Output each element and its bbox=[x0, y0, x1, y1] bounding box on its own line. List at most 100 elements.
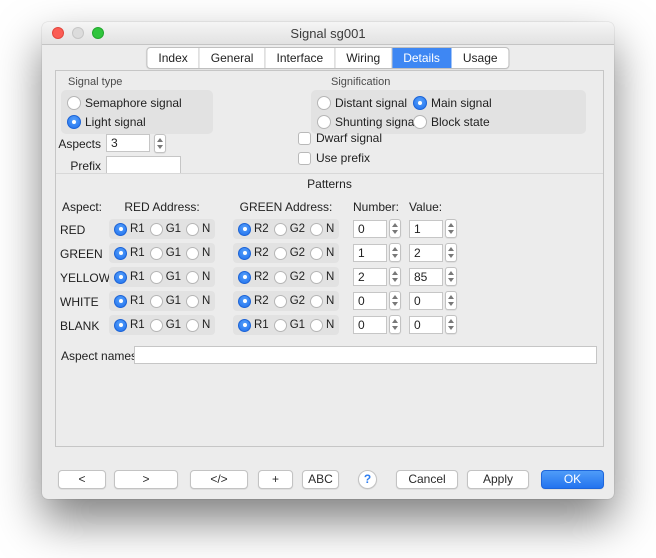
radio-option[interactable]: R2 bbox=[238, 271, 269, 284]
checkbox-icon bbox=[298, 152, 311, 165]
use-prefix-checkbox-row[interactable]: Use prefix bbox=[298, 151, 370, 165]
radio-icon bbox=[274, 247, 287, 260]
radio-option[interactable]: N bbox=[310, 319, 334, 332]
value-stepper[interactable] bbox=[445, 315, 457, 334]
red-address-group: R1 G1 N bbox=[109, 291, 215, 311]
value-input[interactable] bbox=[409, 292, 443, 310]
radio-label: R1 bbox=[130, 319, 145, 331]
number-stepper[interactable] bbox=[389, 243, 401, 262]
radio-option[interactable]: R1 bbox=[114, 319, 145, 332]
number-input[interactable] bbox=[353, 244, 387, 262]
shunting-signal-option[interactable]: Shunting signal bbox=[317, 112, 413, 131]
number-input[interactable] bbox=[353, 316, 387, 334]
aspects-input[interactable] bbox=[106, 134, 150, 152]
aspect-names-input[interactable] bbox=[134, 346, 597, 364]
next-button[interactable]: > bbox=[114, 470, 178, 489]
value-stepper[interactable] bbox=[445, 267, 457, 286]
pattern-row-blank: BLANK R1 G1 N R1 G1 N bbox=[56, 315, 603, 335]
radio-option[interactable]: N bbox=[310, 295, 334, 308]
aspect-column-header: Aspect: bbox=[60, 200, 104, 214]
radio-option[interactable]: R1 bbox=[114, 247, 145, 260]
radio-option[interactable]: G1 bbox=[150, 295, 181, 308]
dwarf-signal-checkbox-row[interactable]: Dwarf signal bbox=[298, 131, 382, 145]
radio-option[interactable]: N bbox=[310, 271, 334, 284]
number-input[interactable] bbox=[353, 292, 387, 310]
aspects-stepper[interactable] bbox=[154, 134, 166, 153]
radio-selected-icon bbox=[238, 247, 251, 260]
tab-wiring[interactable]: Wiring bbox=[335, 48, 392, 68]
add-button[interactable]: + bbox=[258, 470, 293, 489]
radio-option[interactable]: G1 bbox=[150, 247, 181, 260]
radio-option[interactable]: G2 bbox=[274, 247, 305, 260]
tab-general[interactable]: General bbox=[200, 48, 266, 68]
radio-option[interactable]: R1 bbox=[114, 223, 145, 236]
value-stepper[interactable] bbox=[445, 291, 457, 310]
help-button[interactable]: ? bbox=[358, 470, 377, 489]
number-input[interactable] bbox=[353, 268, 387, 286]
tab-details[interactable]: Details bbox=[392, 48, 452, 68]
radio-option[interactable]: R2 bbox=[238, 247, 269, 260]
radio-option[interactable]: G1 bbox=[274, 319, 305, 332]
apply-button[interactable]: Apply bbox=[467, 470, 529, 489]
radio-option[interactable]: N bbox=[186, 295, 210, 308]
tab-index[interactable]: Index bbox=[147, 48, 199, 68]
number-stepper[interactable] bbox=[389, 291, 401, 310]
pattern-aspect-label: GREEN bbox=[60, 247, 103, 261]
radio-option[interactable]: N bbox=[186, 223, 210, 236]
ok-button[interactable]: OK bbox=[541, 470, 604, 489]
title-bar[interactable]: Signal sg001 bbox=[42, 22, 614, 45]
radio-option[interactable]: G2 bbox=[274, 271, 305, 284]
radio-option[interactable]: R2 bbox=[238, 223, 269, 236]
radio-option[interactable]: N bbox=[186, 319, 210, 332]
window-title: Signal sg001 bbox=[42, 26, 614, 41]
number-stepper[interactable] bbox=[389, 219, 401, 238]
radio-icon bbox=[150, 271, 163, 284]
code-button[interactable]: </> bbox=[190, 470, 248, 489]
light-signal-option[interactable]: Light signal bbox=[67, 112, 213, 131]
number-stepper[interactable] bbox=[389, 315, 401, 334]
radio-option[interactable]: N bbox=[186, 247, 210, 260]
radio-option[interactable]: R2 bbox=[238, 295, 269, 308]
checkbox-label: Dwarf signal bbox=[316, 131, 382, 145]
cancel-button[interactable]: Cancel bbox=[396, 470, 458, 489]
green-address-group: R2 G2 N bbox=[233, 219, 339, 239]
radio-label: N bbox=[202, 271, 210, 283]
radio-option[interactable]: R1 bbox=[238, 319, 269, 332]
number-input[interactable] bbox=[353, 220, 387, 238]
value-input[interactable] bbox=[409, 244, 443, 262]
number-stepper[interactable] bbox=[389, 267, 401, 286]
radio-option[interactable]: G1 bbox=[150, 319, 181, 332]
radio-option[interactable]: R1 bbox=[114, 271, 145, 284]
radio-selected-icon bbox=[114, 223, 127, 236]
radio-selected-icon bbox=[67, 115, 81, 129]
value-input[interactable] bbox=[409, 220, 443, 238]
radio-option[interactable]: G1 bbox=[150, 271, 181, 284]
value-stepper[interactable] bbox=[445, 219, 457, 238]
value-stepper[interactable] bbox=[445, 243, 457, 262]
radio-option[interactable]: N bbox=[186, 271, 210, 284]
semaphore-signal-option[interactable]: Semaphore signal bbox=[67, 93, 213, 112]
tab-usage[interactable]: Usage bbox=[452, 48, 509, 68]
radio-label: N bbox=[202, 223, 210, 235]
previous-button[interactable]: < bbox=[58, 470, 106, 489]
radio-option[interactable]: G2 bbox=[274, 295, 305, 308]
radio-option[interactable]: G2 bbox=[274, 223, 305, 236]
distant-signal-option[interactable]: Distant signal bbox=[317, 93, 413, 112]
tab-interface[interactable]: Interface bbox=[265, 48, 335, 68]
prefix-input[interactable] bbox=[106, 156, 181, 174]
tab-bar: Index General Interface Wiring Details U… bbox=[146, 47, 509, 69]
radio-icon bbox=[310, 319, 323, 332]
radio-option[interactable]: R1 bbox=[114, 295, 145, 308]
radio-option[interactable]: G1 bbox=[150, 223, 181, 236]
radio-icon bbox=[150, 247, 163, 260]
radio-label: Distant signal bbox=[335, 96, 407, 110]
abc-button[interactable]: ABC bbox=[302, 470, 339, 489]
radio-option[interactable]: N bbox=[310, 247, 334, 260]
red-address-group: R1 G1 N bbox=[109, 315, 215, 335]
main-signal-option[interactable]: Main signal bbox=[413, 93, 492, 112]
value-input[interactable] bbox=[409, 268, 443, 286]
radio-option[interactable]: N bbox=[310, 223, 334, 236]
radio-icon bbox=[67, 96, 81, 110]
value-input[interactable] bbox=[409, 316, 443, 334]
block-state-option[interactable]: Block state bbox=[413, 112, 490, 131]
